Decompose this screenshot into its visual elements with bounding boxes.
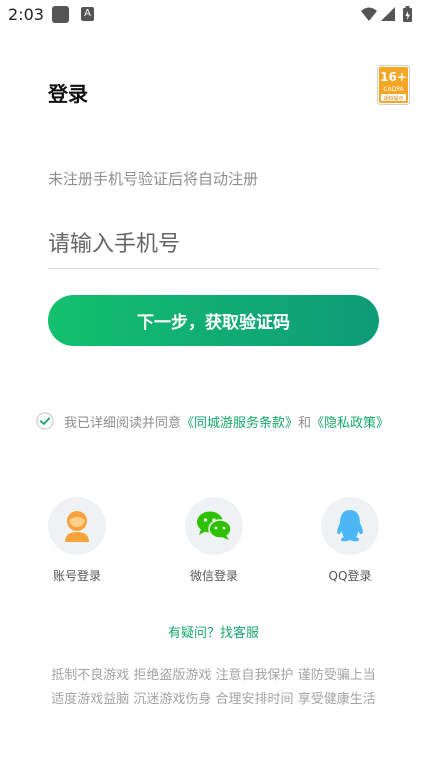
wechat-icon [197,511,232,540]
terms-link[interactable]: 《同城游服务条款》 [181,416,298,431]
help-link[interactable]: 有疑问？找客服 [0,622,427,641]
status-icons [359,5,417,25]
wechat-login-option[interactable]: 微信登录 [184,497,244,584]
agreement-checkbox[interactable] [36,412,54,430]
battery-charging-icon [403,6,412,22]
age-rating-org: CADPA [383,86,404,93]
age-rating-text: 16+ [380,70,407,84]
check-icon [39,417,51,425]
wechat-login-button[interactable] [185,497,243,555]
notification-square-icon [52,6,69,23]
wechat-login-label: 微信登录 [189,569,238,583]
age-rating-badge: 16+ CADPA 适龄提示 [377,65,410,105]
account-login-option[interactable]: 账号登录 [47,497,107,584]
agreement-row: 我已详细阅读并同意《同城游服务条款》和《隐私政策》 [36,410,427,434]
phone-input[interactable] [48,220,379,269]
qq-login-option[interactable]: QQ登录 [320,497,380,584]
account-login-button[interactable] [48,497,106,555]
page-title: 登录 [48,82,88,106]
agreement-conjunction: 和 [298,416,312,431]
qq-login-button[interactable] [321,497,379,555]
agreement-prefix: 我已详细阅读并同意 [64,416,182,431]
qq-login-label: QQ登录 [328,569,372,583]
privacy-link[interactable]: 《隐私政策》 [311,416,389,431]
wifi-icon [361,7,377,21]
next-get-code-button[interactable]: 下一步，获取验证码 [48,295,379,346]
health-notice-line-1: 抵制不良游戏 拒绝盗版游戏 注意自我保护 谨防受骗上当 [51,668,376,683]
signal-icon [381,7,395,21]
health-notice-line-2: 适度游戏益脑 沉迷游戏伤身 合理安排时间 享受健康生活 [51,692,376,707]
age-rating-caption: 适龄提示 [383,95,403,102]
status-time: 2:03 [8,5,44,24]
account-avatar-icon [65,511,89,542]
register-hint: 未注册手机号验证后将自动注册 [48,170,259,188]
status-bar: 2:03 A [0,0,427,30]
account-login-label: 账号登录 [52,569,101,583]
font-a-icon: A [81,7,94,21]
health-notice: 抵制不良游戏 拒绝盗版游戏 注意自我保护 谨防受骗上当 适度游戏益脑 沉迷游戏伤… [0,664,427,712]
agreement-text: 我已详细阅读并同意《同城游服务条款》和《隐私政策》 [64,412,389,431]
qq-penguin-icon [337,510,363,542]
